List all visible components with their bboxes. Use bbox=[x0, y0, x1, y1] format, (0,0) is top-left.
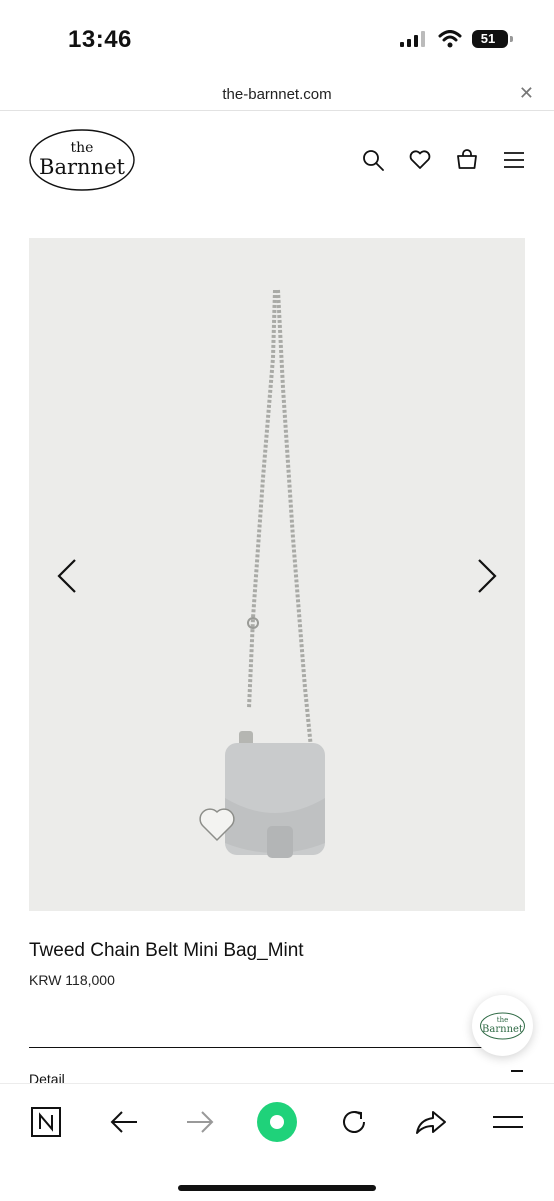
url-text[interactable]: the-barnnet.com bbox=[0, 86, 554, 103]
floating-logo-button[interactable]: the Barnnet bbox=[472, 995, 533, 1056]
detail-accordion[interactable]: Detail bbox=[29, 1070, 525, 1084]
product-photo bbox=[199, 289, 325, 858]
search-icon[interactable] bbox=[361, 148, 385, 172]
browser-menu-icon[interactable] bbox=[488, 1102, 528, 1142]
svg-text:the: the bbox=[497, 1016, 508, 1024]
battery-level: 51 bbox=[480, 31, 496, 46]
shopping-bag-icon[interactable] bbox=[455, 148, 479, 172]
site-header: the Barnnet bbox=[0, 112, 554, 212]
next-image-arrow[interactable] bbox=[471, 556, 501, 596]
svg-text:Barnnet: Barnnet bbox=[482, 1024, 523, 1035]
menu-icon[interactable] bbox=[502, 148, 526, 172]
svg-text:Barnnet: Barnnet bbox=[39, 155, 125, 179]
status-bar: 13:46 51 bbox=[0, 0, 554, 80]
collapse-icon[interactable] bbox=[511, 1070, 523, 1072]
product-title: Tweed Chain Belt Mini Bag_Mint bbox=[29, 940, 304, 961]
heart-icon[interactable] bbox=[408, 148, 432, 172]
share-icon[interactable] bbox=[411, 1102, 451, 1142]
header-icons bbox=[361, 148, 526, 172]
green-dot-icon[interactable] bbox=[254, 1099, 300, 1145]
section-divider bbox=[29, 1047, 499, 1048]
battery-icon: 51 bbox=[472, 30, 513, 48]
status-icons: 51 bbox=[400, 30, 513, 48]
previous-image-arrow[interactable] bbox=[53, 556, 83, 596]
browser-bottom-bar bbox=[0, 1083, 554, 1201]
product-price: KRW 118,000 bbox=[29, 972, 115, 988]
wifi-icon bbox=[438, 30, 462, 48]
svg-text:the: the bbox=[71, 140, 94, 156]
close-icon[interactable]: ✕ bbox=[519, 83, 534, 104]
floating-logo-icon: the Barnnet bbox=[480, 1012, 525, 1040]
signal-icon bbox=[400, 31, 425, 47]
back-arrow-icon[interactable] bbox=[104, 1102, 144, 1142]
status-time: 13:46 bbox=[68, 26, 132, 53]
site-logo[interactable]: the Barnnet bbox=[28, 128, 136, 192]
refresh-icon[interactable] bbox=[334, 1102, 374, 1142]
product-image[interactable] bbox=[29, 238, 525, 911]
home-indicator bbox=[178, 1185, 376, 1191]
browser-url-bar: the-barnnet.com ✕ bbox=[0, 80, 554, 111]
n-home-icon[interactable] bbox=[26, 1102, 66, 1142]
forward-arrow-icon[interactable] bbox=[180, 1102, 220, 1142]
